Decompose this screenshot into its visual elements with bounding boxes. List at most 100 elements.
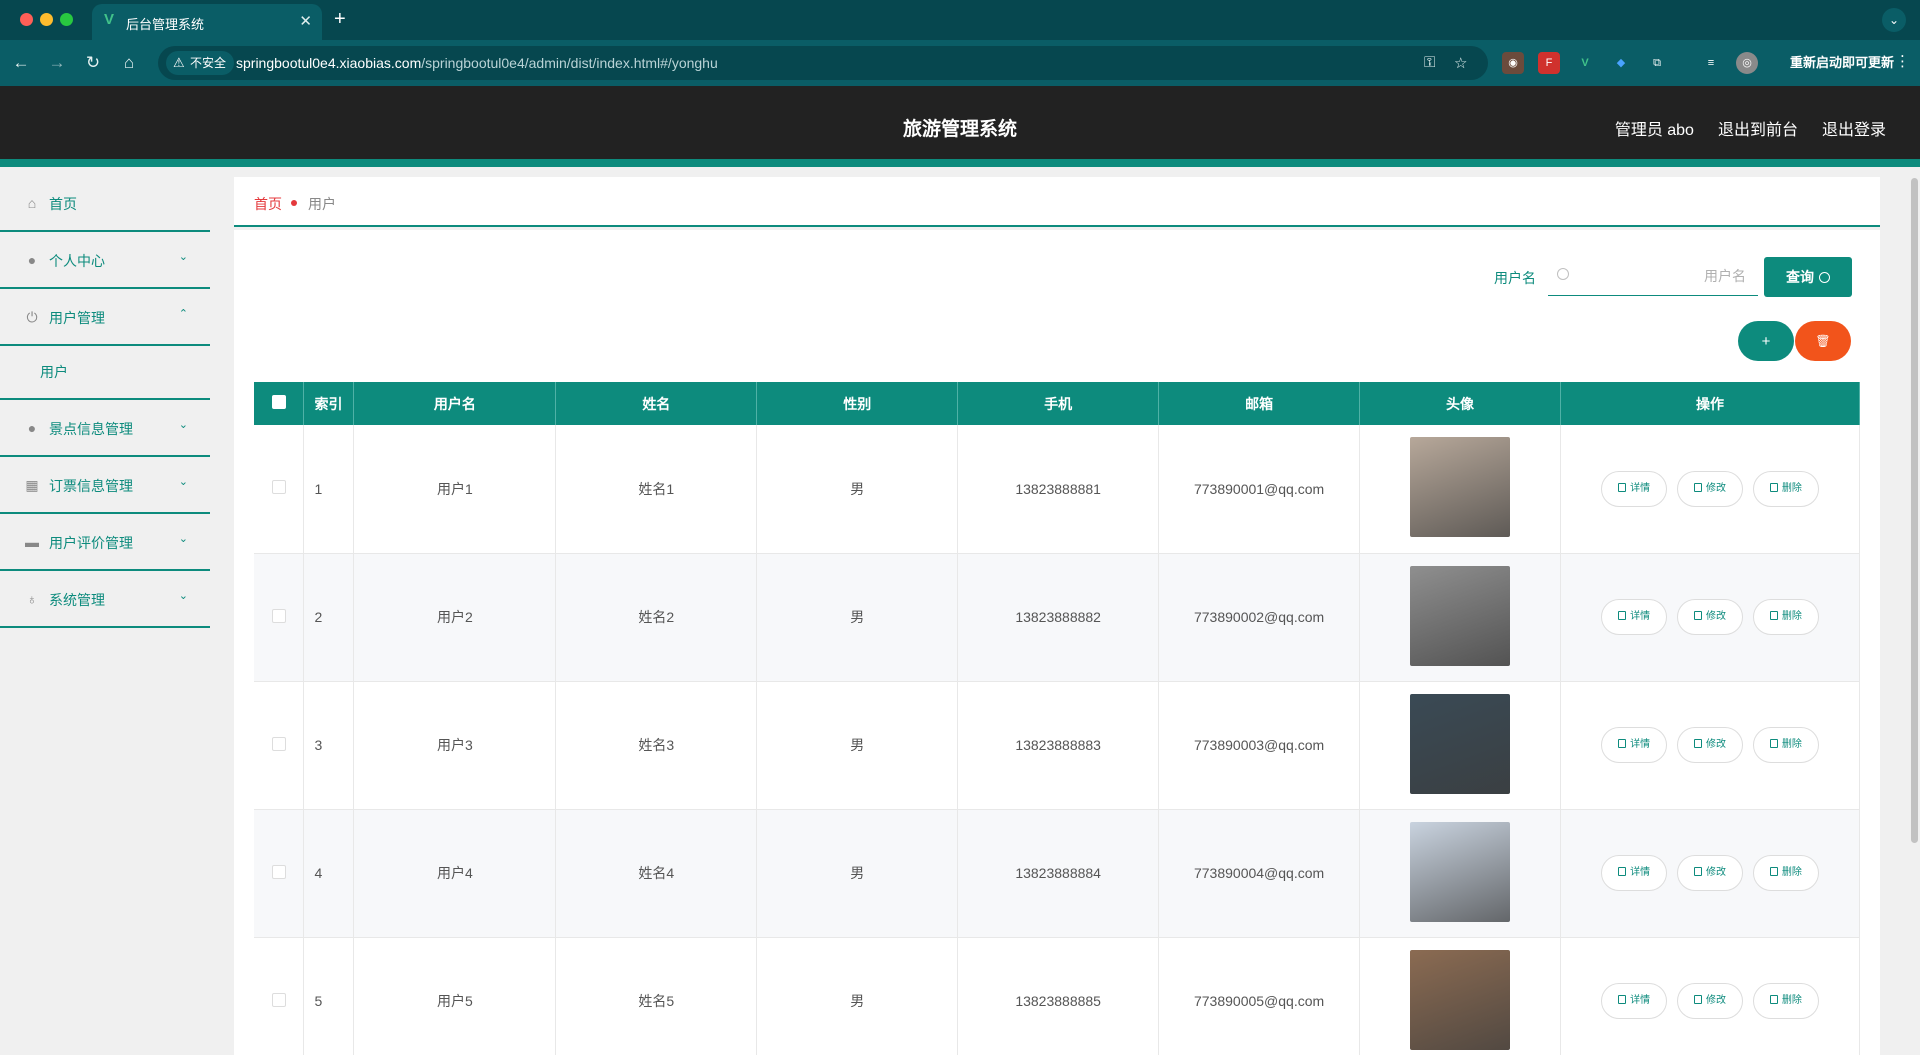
key-icon[interactable]: ⚿: [1424, 54, 1435, 71]
sidebar-subitem-user[interactable]: 用户: [0, 346, 210, 400]
trash-icon: [1769, 995, 1778, 1004]
address-bar[interactable]: ⚠ 不安全 springbootul0e4.xiaobias.com/sprin…: [158, 46, 1488, 80]
power-icon: ⏻: [26, 309, 38, 325]
browser-tab-bar: V 后台管理系统 ✕ + ⌄: [0, 0, 1920, 40]
new-tab-icon[interactable]: +: [334, 8, 346, 30]
column-header-actions: 操作: [1560, 382, 1860, 425]
tab-search-icon[interactable]: ⌄: [1882, 8, 1906, 32]
edit-button[interactable]: 修改: [1677, 470, 1744, 507]
cell-phone: 13823888883: [957, 681, 1160, 810]
delete-button[interactable]: 删除: [1752, 983, 1819, 1019]
cell-username: 用户5: [353, 937, 557, 1055]
bookmark-star-icon[interactable]: ☆: [1454, 54, 1467, 72]
delete-button[interactable]: 删除: [1752, 855, 1819, 891]
row-checkbox[interactable]: [271, 480, 286, 495]
relaunch-update-button[interactable]: 重新启动即可更新: [1790, 50, 1894, 76]
extension-diamond-icon[interactable]: ◆: [1610, 52, 1632, 74]
cell-name: 姓名2: [555, 553, 758, 682]
sidebar-item-home[interactable]: ⌂ 首页: [0, 175, 210, 232]
row-checkbox[interactable]: [271, 608, 286, 623]
warning-icon: ⚠: [173, 55, 185, 70]
search-label: 用户名: [1494, 270, 1536, 286]
chevron-down-icon: ⌄: [178, 251, 188, 263]
row-checkbox[interactable]: [271, 736, 286, 751]
edit-button[interactable]: 修改: [1677, 727, 1744, 763]
minimize-window-button[interactable]: [40, 13, 53, 26]
sidebar-item-attraction-management[interactable]: ● 景点信息管理 ⌄: [0, 400, 210, 457]
table-row: 3 用户3 姓名3 男 13823888883 773890003@qq.com…: [254, 681, 1860, 810]
detail-button[interactable]: 详情: [1601, 599, 1668, 635]
browser-menu-icon[interactable]: ⋮: [1895, 52, 1910, 70]
cell-name: 姓名4: [555, 809, 758, 938]
forward-icon[interactable]: →: [44, 50, 70, 76]
query-button[interactable]: 查询: [1764, 257, 1852, 297]
cell-email: 773890002@qq.com: [1158, 553, 1361, 682]
sidebar-item-user-management[interactable]: ⏻ 用户管理 ⌃: [0, 289, 210, 346]
cell-email: 773890004@qq.com: [1158, 809, 1361, 938]
extension-vue-icon[interactable]: V: [1574, 52, 1596, 74]
delete-button[interactable]: 删除: [1752, 470, 1819, 507]
select-all-checkbox-cell[interactable]: [254, 382, 305, 425]
edit-button[interactable]: 修改: [1677, 855, 1744, 891]
home-browser-icon[interactable]: ⌂: [116, 50, 142, 76]
row-checkbox[interactable]: [271, 992, 286, 1007]
security-indicator[interactable]: ⚠ 不安全: [166, 51, 235, 75]
header-actions: 管理员 abo 退出到前台 退出登录: [1615, 116, 1886, 140]
search-icon: [1819, 272, 1830, 283]
vue-logo-icon: V: [104, 11, 115, 28]
home-icon: ⌂: [27, 195, 37, 211]
detail-button[interactable]: 详情: [1601, 470, 1668, 507]
back-icon[interactable]: ←: [8, 50, 34, 76]
table-row: 5 用户5 姓名5 男 13823888885 773890005@qq.com…: [254, 937, 1860, 1055]
sidebar-item-review-management[interactable]: ▬ 用户评价管理 ⌄: [0, 514, 210, 571]
extensions-puzzle-icon[interactable]: ⧉: [1646, 52, 1668, 74]
extension-fe-icon[interactable]: F: [1538, 52, 1560, 74]
edit-button[interactable]: 修改: [1677, 983, 1744, 1019]
sidebar-item-ticket-management[interactable]: ▦ 订票信息管理 ⌄: [0, 457, 210, 514]
tab-title: 后台管理系统: [126, 17, 205, 32]
edit-icon: [1694, 867, 1703, 876]
batch-delete-button[interactable]: 🗑: [1795, 321, 1851, 361]
breadcrumb-separator-icon: [291, 200, 297, 206]
sidebar-item-system-management[interactable]: ♁ 系统管理 ⌄: [0, 571, 210, 628]
page-scrollbar-thumb[interactable]: [1911, 178, 1918, 843]
username-search-input[interactable]: [1548, 256, 1758, 296]
detail-button[interactable]: 详情: [1601, 855, 1668, 891]
close-tab-icon[interactable]: ✕: [299, 12, 312, 30]
breadcrumb-current: 用户: [308, 196, 336, 212]
detail-button[interactable]: 详情: [1601, 727, 1668, 763]
user-table: 索引 用户名 姓名 性别 手机 邮箱 头像 操作 1 用户1 姓名1 男 138…: [254, 382, 1860, 1055]
delete-button[interactable]: 删除: [1752, 727, 1819, 763]
chevron-up-icon: ⌃: [178, 308, 188, 320]
cell-gender: 男: [756, 425, 959, 554]
logout-link[interactable]: 退出登录: [1822, 116, 1886, 140]
browser-tab[interactable]: V 后台管理系统 ✕: [92, 4, 322, 40]
edit-icon: [1694, 611, 1703, 620]
document-icon: [1618, 611, 1627, 620]
breadcrumb-home[interactable]: 首页: [254, 194, 282, 214]
column-header-email: 邮箱: [1158, 382, 1361, 425]
detail-button[interactable]: 详情: [1601, 983, 1668, 1019]
select-all-checkbox[interactable]: [271, 395, 286, 409]
delete-button[interactable]: 删除: [1752, 599, 1819, 635]
cell-name: 姓名1: [555, 425, 758, 554]
app-header: 旅游管理系统 管理员 abo 退出到前台 退出登录: [0, 86, 1920, 167]
maximize-window-button[interactable]: [60, 13, 73, 26]
edit-button[interactable]: 修改: [1677, 599, 1744, 635]
reload-icon[interactable]: ↻: [80, 50, 106, 76]
row-checkbox[interactable]: [271, 864, 286, 879]
extension-1-icon[interactable]: ◉: [1502, 52, 1524, 74]
cell-username: 用户3: [353, 681, 557, 810]
reading-list-icon[interactable]: ≡: [1700, 52, 1722, 74]
trash-icon: [1769, 867, 1778, 876]
cell-email: 773890001@qq.com: [1158, 425, 1361, 554]
table-row: 1 用户1 姓名1 男 13823888881 773890001@qq.com…: [254, 425, 1860, 554]
cell-index: 1: [303, 425, 355, 554]
add-button[interactable]: +: [1738, 321, 1794, 361]
profile-avatar[interactable]: ◎: [1736, 52, 1758, 74]
sidebar-item-personal-center[interactable]: ● 个人中心 ⌄: [0, 232, 210, 289]
browser-toolbar: ← → ↻ ⌂ ⚠ 不安全 springbootul0e4.xiaobias.c…: [0, 40, 1920, 86]
exit-to-front-link[interactable]: 退出到前台: [1718, 116, 1798, 140]
close-window-button[interactable]: [20, 13, 33, 26]
column-header-phone: 手机: [957, 382, 1160, 425]
